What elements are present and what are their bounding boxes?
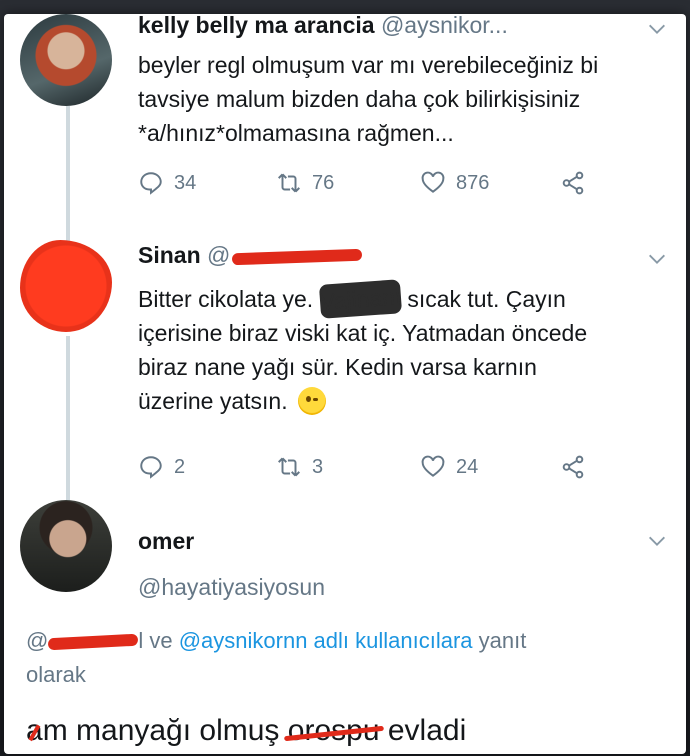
retweet-count: 76: [312, 171, 335, 194]
reply-count: 34: [174, 171, 197, 194]
like-icon: [421, 171, 445, 193]
mention-link[interactable]: @aysnikornn adlı kullanıcılara: [179, 628, 473, 653]
display-name[interactable]: kelly belly ma arancia: [138, 14, 375, 38]
share-action[interactable]: [560, 170, 586, 196]
tweet-text-line: *a/hınız*olmamasına rağmen...: [138, 120, 454, 146]
retweet-count: 3: [312, 455, 324, 478]
tweet-text-line: üzerine yatsın.: [138, 384, 662, 418]
tweet-text-line: Bitter cikolata ye. Vajinanı sıcak tut. …: [138, 279, 662, 319]
retweet-icon: [278, 457, 300, 477]
reply-icon: [140, 172, 162, 195]
share-icon: [562, 455, 584, 479]
reply-context-prefix: @: [26, 628, 49, 653]
retweet-icon: [278, 173, 300, 193]
handle[interactable]: @: [207, 242, 230, 268]
redacted-handle: [232, 248, 363, 266]
like-action[interactable]: 24: [420, 454, 478, 480]
like-count: 24: [456, 455, 479, 478]
chevron-down-icon[interactable]: [646, 530, 668, 552]
display-name[interactable]: omer: [138, 528, 194, 554]
scribbled-word: Vajinanı: [318, 279, 403, 319]
censored-letter: a: [26, 714, 43, 747]
tweet-handle-line: @hayatiyasiyosun: [138, 574, 325, 601]
like-action[interactable]: 876: [420, 170, 489, 196]
text-segment: evladi: [379, 714, 467, 747]
reply-context-text: olarak: [26, 662, 86, 687]
tweet-text-line: biraz nane yağı sür. Kedin varsa karnın: [138, 354, 537, 380]
text-segment: Bitter cikolata ye.: [138, 286, 320, 312]
chevron-down-icon[interactable]: [646, 248, 668, 270]
tweet-kelly[interactable]: kelly belly ma arancia @aysnikor... beyl…: [4, 14, 686, 244]
struck-word: orospu: [287, 714, 380, 747]
tweet-text: beyler regl olmuşum var mı verebileceğin…: [138, 48, 662, 150]
reply-text: am manyağı olmuş orospu evladi: [26, 714, 466, 748]
share-icon: [562, 171, 584, 195]
tweet-text: Bitter cikolata ye. Vajinanı sıcak tut. …: [138, 279, 662, 418]
tweet-text-line: beyler regl olmuşum var mı verebileceğin…: [138, 52, 599, 78]
retweet-action[interactable]: 76: [276, 170, 334, 196]
reply-context-text: yanıt: [472, 628, 527, 653]
tweet-thread: kelly belly ma arancia @aysnikor... beyl…: [4, 14, 686, 754]
reply-context-text: l ve: [138, 628, 179, 653]
handle[interactable]: @aysnikor...: [381, 14, 508, 38]
reply-action[interactable]: 2: [138, 454, 185, 480]
reply-icon: [140, 456, 162, 479]
tweet-header: kelly belly ma arancia @aysnikor...: [138, 14, 508, 39]
replying-to: @ l ve @aysnikornn adlı kullanıcılara yan…: [26, 624, 646, 692]
chevron-down-icon[interactable]: [646, 18, 668, 40]
handle[interactable]: @hayatiyasiyosun: [138, 574, 325, 600]
share-action[interactable]: [560, 454, 586, 480]
like-icon: [421, 455, 445, 477]
display-name[interactable]: Sinan: [138, 242, 201, 268]
avatar[interactable]: [20, 240, 112, 332]
wink-emoji-icon: [297, 386, 326, 415]
avatar[interactable]: [20, 500, 112, 592]
text-segment: sıcak tut. Çayın: [400, 286, 566, 312]
tweet-sinan[interactable]: Sinan @ Bitter cikolata ye. Vajinanı sıc…: [4, 240, 686, 500]
like-count: 876: [456, 171, 490, 194]
avatar[interactable]: [20, 14, 112, 106]
redacted-mention: [48, 633, 139, 651]
reply-action[interactable]: 34: [138, 170, 196, 196]
retweet-action[interactable]: 3: [276, 454, 323, 480]
text-segment: m manyağı olmuş: [42, 714, 288, 747]
tweet-text-line: içerisine biraz viski kat iç. Yatmadan ö…: [138, 320, 588, 346]
tweet-header: omer: [138, 528, 194, 555]
tweet-header: Sinan @: [138, 242, 363, 269]
reply-count: 2: [174, 455, 186, 478]
text-segment: üzerine yatsın.: [138, 388, 288, 414]
tweet-text-line: tavsiye malum bizden daha çok bilirkişis…: [138, 86, 581, 112]
